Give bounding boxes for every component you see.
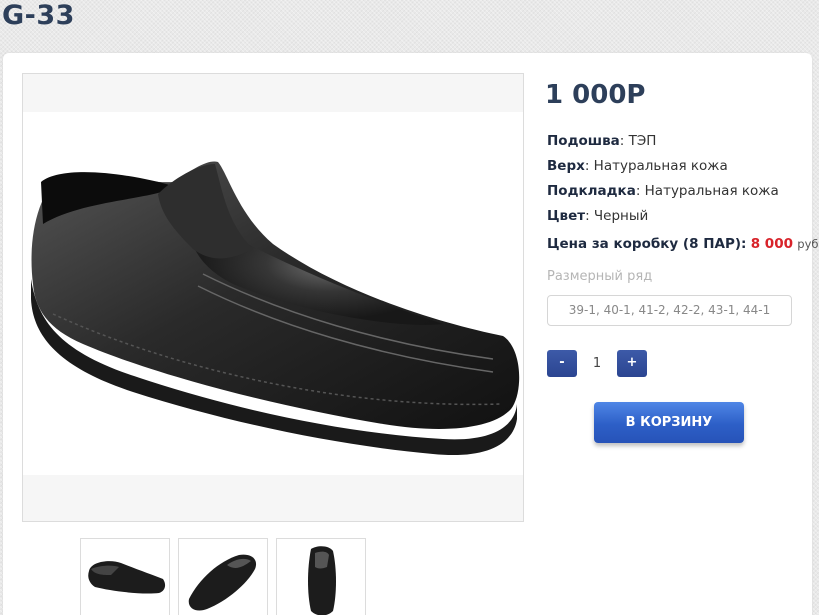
main-product-image[interactable]	[22, 73, 524, 522]
box-price: Цена за коробку (8 ПАР): 8 000 руб	[547, 236, 819, 252]
sizes-label: Размерный ряд	[547, 269, 653, 284]
quantity-input[interactable]: 1	[580, 350, 614, 377]
attr-color-value: Черный	[593, 208, 649, 224]
attr-upper-key: Верх	[547, 158, 585, 174]
attr-upper: Верх: Натуральная кожа	[547, 158, 728, 174]
product-price: 1 000Р	[545, 80, 646, 110]
attr-color: Цвет: Черный	[547, 208, 649, 224]
box-price-label: Цена за коробку (8 ПАР):	[547, 236, 747, 252]
box-price-unit: руб	[797, 237, 819, 251]
sizes-field[interactable]: 39-1, 40-1, 41-2, 42-2, 43-1, 44-1	[547, 295, 792, 326]
add-to-cart-button[interactable]: В КОРЗИНУ	[594, 402, 744, 443]
thumbnail-2[interactable]	[178, 538, 268, 615]
shoe-image	[31, 161, 520, 456]
attr-upper-value: Натуральная кожа	[593, 158, 728, 174]
attr-sole-key: Подошва	[547, 133, 620, 149]
attr-sole-value: ТЭП	[628, 133, 657, 149]
quantity-minus-button[interactable]: -	[547, 350, 577, 377]
shoe-thumb-angle	[188, 554, 257, 611]
page-title: G-33	[2, 0, 75, 31]
attr-lining-key: Подкладка	[547, 183, 636, 199]
thumbnail-3[interactable]	[276, 538, 366, 615]
attr-sole: Подошва: ТЭП	[547, 133, 657, 149]
attr-lining-value: Натуральная кожа	[644, 183, 779, 199]
quantity-plus-button[interactable]: +	[617, 350, 647, 377]
attr-color-key: Цвет	[547, 208, 586, 224]
shoe-thumb-front	[308, 546, 336, 615]
box-price-value: 8 000	[750, 236, 793, 252]
shoe-thumb-side	[88, 561, 166, 594]
thumbnail-1[interactable]	[80, 538, 170, 615]
attr-lining: Подкладка: Натуральная кожа	[547, 183, 779, 199]
